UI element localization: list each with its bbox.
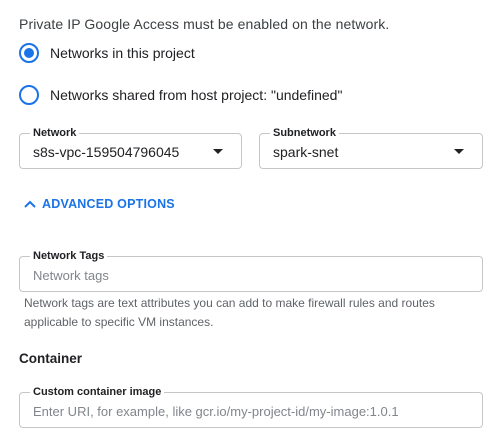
radio-label-shared: Networks shared from host project: "unde… xyxy=(50,87,343,103)
custom-container-image-field[interactable]: Custom container image xyxy=(19,385,483,428)
arrow-drop-down-icon[interactable] xyxy=(213,149,223,154)
network-tags-helper-text: Network tags are text attributes you can… xyxy=(24,296,435,329)
network-tags-field[interactable]: Network Tags xyxy=(19,249,483,292)
network-tags-input[interactable] xyxy=(33,266,469,284)
network-tags-label: Network Tags xyxy=(30,249,108,263)
network-select[interactable]: Network s8s-vpc-159504796045 xyxy=(19,126,242,169)
custom-container-image-input[interactable] xyxy=(33,402,469,420)
subnetwork-select-value: spark-snet xyxy=(273,144,339,160)
radio-networks-shared[interactable]: Networks shared from host project: "unde… xyxy=(19,85,342,105)
advanced-options-toggle[interactable]: ADVANCED OPTIONS xyxy=(24,197,175,211)
container-section-title: Container xyxy=(19,351,83,366)
network-select-label: Network xyxy=(30,126,80,140)
radio-unchecked-icon[interactable] xyxy=(19,85,39,105)
custom-container-image-label: Custom container image xyxy=(30,385,165,399)
chevron-up-icon xyxy=(24,200,36,208)
network-settings-panel: Private IP Google Access must be enabled… xyxy=(0,0,489,436)
radio-label-this-project: Networks in this project xyxy=(50,45,195,61)
network-select-value: s8s-vpc-159504796045 xyxy=(33,144,180,160)
private-ip-info-text: Private IP Google Access must be enabled… xyxy=(19,16,390,32)
subnetwork-select[interactable]: Subnetwork spark-snet xyxy=(259,126,483,169)
subnetwork-select-label: Subnetwork xyxy=(270,126,339,140)
advanced-options-label: ADVANCED OPTIONS xyxy=(42,197,175,211)
radio-networks-this-project[interactable]: Networks in this project xyxy=(19,43,195,63)
arrow-drop-down-icon[interactable] xyxy=(454,149,464,154)
radio-checked-icon[interactable] xyxy=(19,43,39,63)
